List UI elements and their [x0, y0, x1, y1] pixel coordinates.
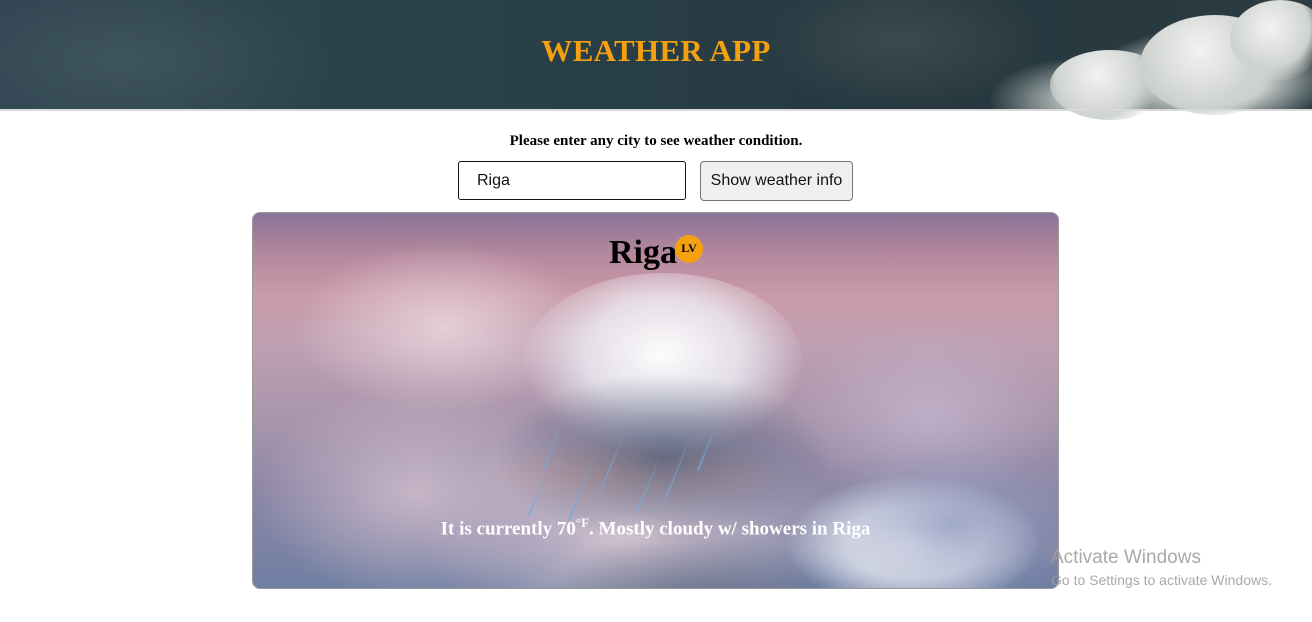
weather-description: It is currently 70°F. Mostly cloudy w/ s…	[253, 515, 1058, 540]
watermark-title: Activate Windows	[1051, 547, 1201, 568]
weather-card: Riga LV It is currently 70°F. Mostly clo…	[252, 212, 1059, 589]
app-title: WEATHER APP	[541, 33, 771, 68]
city-search-input[interactable]	[458, 161, 686, 200]
header-banner: WEATHER APP	[0, 0, 1312, 120]
temperature-value: 70	[556, 518, 576, 540]
temperature-unit: °F	[575, 515, 590, 530]
search-prompt: Please enter any city to see weather con…	[509, 133, 803, 149]
weather-prefix: It is currently	[440, 518, 557, 540]
weather-suffix: . Mostly cloudy w/ showers in Riga	[589, 518, 871, 540]
country-code-badge: LV	[675, 235, 703, 263]
watermark-subtitle: Go to Settings to activate Windows.	[1051, 572, 1272, 588]
show-weather-button[interactable]: Show weather info	[700, 161, 853, 201]
city-name: Riga	[609, 234, 677, 271]
header-divider	[0, 109, 1312, 111]
activate-windows-watermark: Activate Windows Go to Settings to activ…	[1051, 546, 1272, 590]
